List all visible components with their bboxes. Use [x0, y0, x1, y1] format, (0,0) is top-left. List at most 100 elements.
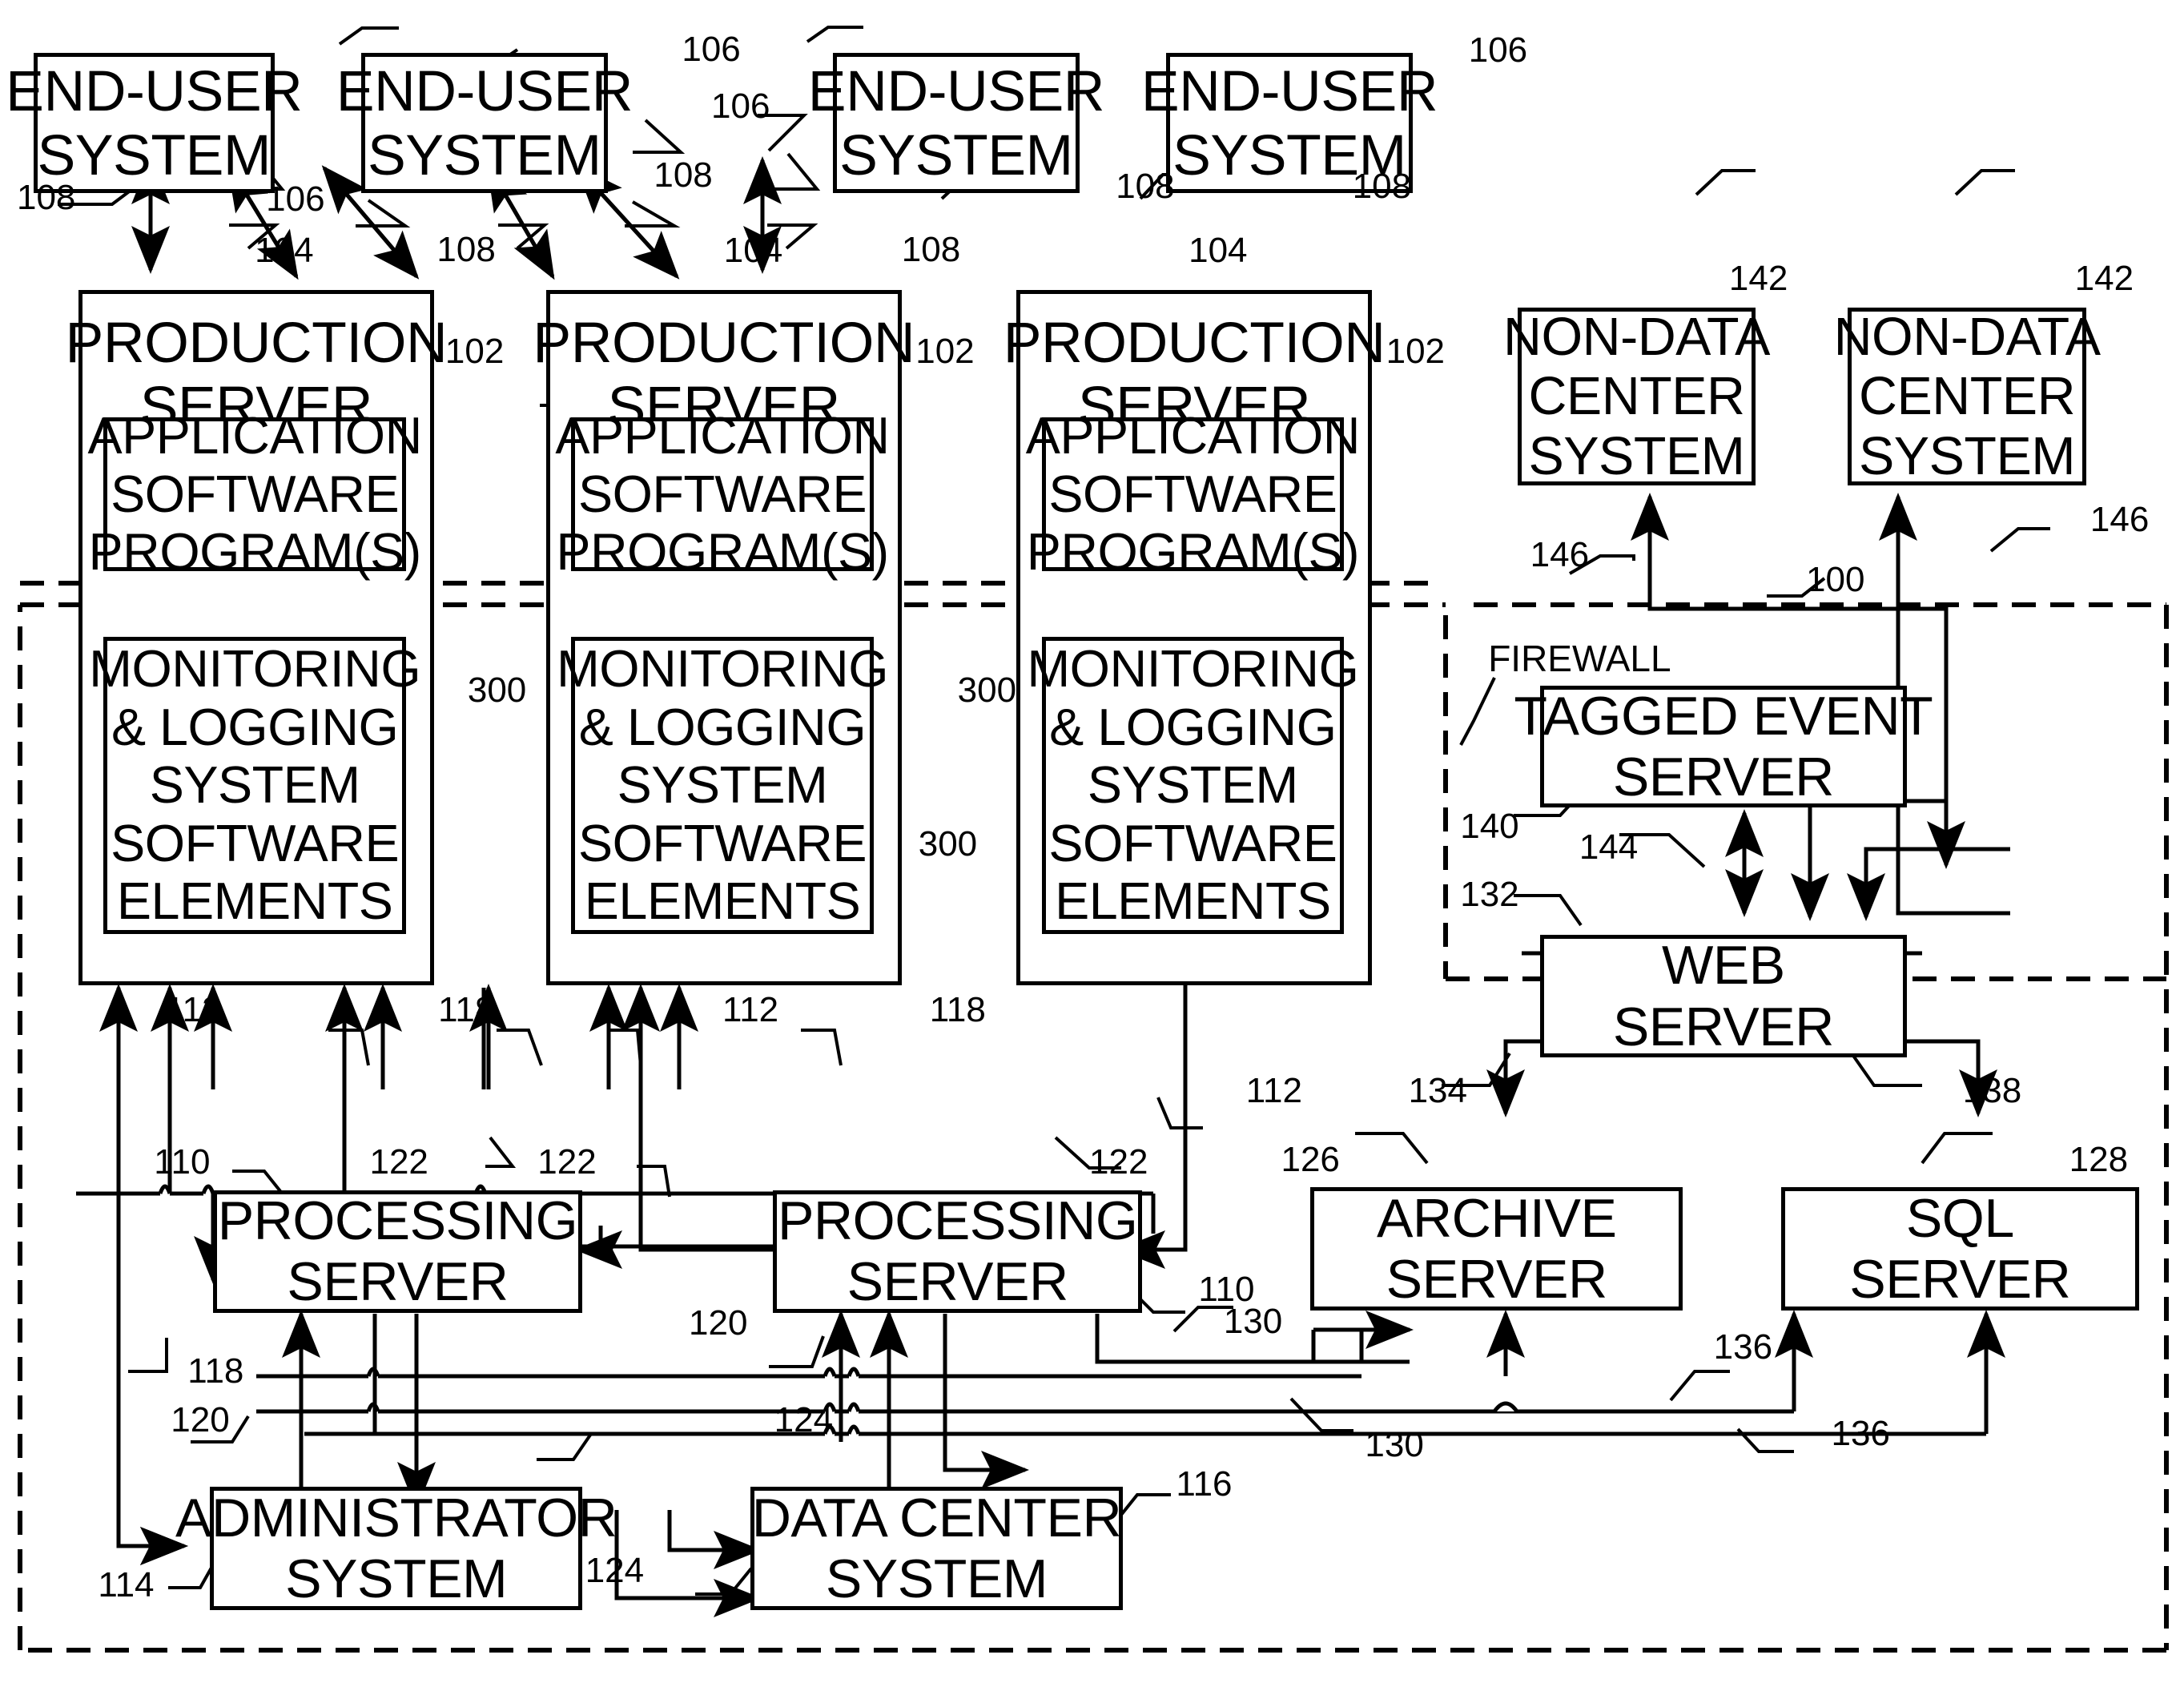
box-line: SERVER [1386, 1248, 1608, 1310]
box-line: NON-DATA [1833, 307, 2101, 367]
ref-146-b: 146 [2089, 499, 2150, 539]
box-line: SOFTWARE [1048, 464, 1337, 523]
processing-server-1[interactable]: PROCESSING SERVER [212, 1190, 583, 1314]
end-user-system-2[interactable]: END-USER SYSTEM [336, 53, 633, 194]
ref-134: 134 [1408, 1071, 1467, 1110]
ref-104-b: 104 [723, 231, 783, 271]
end-user-system-3[interactable]: END-USER SYSTEM [808, 53, 1105, 194]
ref-122-a: 122 [369, 1142, 428, 1182]
tagged-event-server[interactable]: TAGGED EVENT SERVER [1514, 686, 1933, 808]
ref-108-b: 108 [436, 229, 496, 269]
box-line: PROCESSING [777, 1190, 1138, 1252]
box-line: PROGRAM(S) [556, 522, 889, 582]
ref-126: 126 [1281, 1139, 1340, 1179]
box-line: END-USER [807, 58, 1105, 123]
box-line: SQL [1905, 1187, 2014, 1249]
box-line: PRODUCTION [65, 310, 448, 375]
box-line: SYSTEM [825, 1548, 1048, 1609]
box-line: PRODUCTION [1003, 310, 1386, 375]
box-line: SYSTEM [839, 123, 1073, 187]
box-line: SYSTEM [1528, 426, 1745, 486]
ref-102-b: 102 [915, 332, 975, 372]
box-line: SERVER [1849, 1248, 2071, 1310]
data-center-system[interactable]: DATA CENTER SYSTEM [750, 1487, 1123, 1610]
box-line: SERVER [1612, 996, 1835, 1057]
box-line: ELEMENTS [1055, 872, 1331, 931]
ref-108-d: 108 [901, 229, 961, 269]
box-line: & LOGGING [1049, 697, 1337, 756]
ref-136-b: 136 [1831, 1414, 1890, 1454]
box-line: DATA CENTER [751, 1487, 1122, 1548]
firewall-label: FIREWALL [1488, 638, 1671, 680]
ref-106-c: 106 [711, 87, 770, 127]
ref-120-a: 120 [171, 1399, 230, 1439]
box-line: CENTER [1859, 367, 2076, 427]
box-line: & LOGGING [111, 697, 399, 756]
box-line: MONITORING [89, 639, 421, 699]
box-line: ADMINISTRATOR [175, 1487, 617, 1548]
sql-server[interactable]: SQL SERVER [1780, 1187, 2140, 1311]
processing-server-2[interactable]: PROCESSING SERVER [772, 1190, 1143, 1314]
box-line: & LOGGING [578, 697, 867, 756]
ref-108-e: 108 [1116, 166, 1175, 206]
monitoring-logging-2[interactable]: MONITORING & LOGGING SYSTEM SOFTWARE ELE… [557, 637, 889, 934]
patent-figure: END-USER SYSTEM END-USER SYSTEM END-USER… [0, 0, 2184, 1687]
box-line: APPLICATION [87, 406, 423, 465]
box-line: END-USER [6, 58, 303, 123]
box-line: SERVER [287, 1251, 509, 1313]
box-line: MONITORING [1027, 639, 1359, 699]
box-line: APPLICATION [555, 406, 890, 465]
ref-106-a: 106 [266, 179, 325, 219]
ref-122-b: 122 [537, 1142, 597, 1182]
web-server[interactable]: WEB SERVER [1539, 935, 1907, 1057]
ref-108-c: 108 [654, 155, 713, 195]
ref-300-b: 300 [957, 670, 1017, 711]
non-data-center-system-1[interactable]: NON-DATA CENTER SYSTEM [1503, 308, 1770, 486]
box-line: PROCESSING [217, 1190, 578, 1252]
box-line: PROGRAM(S) [1026, 522, 1360, 582]
end-user-system-1[interactable]: END-USER SYSTEM [6, 53, 303, 194]
monitoring-logging-1[interactable]: MONITORING & LOGGING SYSTEM SOFTWARE ELE… [89, 637, 421, 934]
ref-102-c: 102 [1386, 332, 1446, 372]
ref-112-a: 112 [165, 989, 222, 1029]
administrator-system[interactable]: ADMINISTRATOR SYSTEM [175, 1487, 617, 1610]
box-line: SOFTWARE [578, 464, 867, 523]
ref-114: 114 [98, 1564, 155, 1604]
box-line: NON-DATA [1503, 307, 1770, 367]
ref-102-a: 102 [444, 332, 505, 372]
ref-106-b: 106 [682, 29, 741, 69]
box-line: WEB [1661, 935, 1785, 996]
ref-124-a: 124 [774, 1399, 834, 1439]
box-line: SOFTWARE [578, 813, 867, 872]
ref-104-a: 104 [255, 231, 314, 271]
ref-112-c: 112 [1245, 1071, 1302, 1110]
archive-server[interactable]: ARCHIVE SERVER [1310, 1187, 1683, 1311]
ref-118-a: 118 [438, 989, 495, 1029]
ref-110-a: 110 [154, 1142, 211, 1182]
ref-104-c: 104 [1189, 231, 1248, 271]
box-line: SYSTEM [285, 1548, 508, 1609]
box-line: SOFTWARE [1048, 813, 1337, 872]
box-line: SERVER [1612, 747, 1835, 808]
ref-128: 128 [2069, 1139, 2129, 1179]
ref-118-b: 118 [929, 989, 986, 1029]
box-line: SYSTEM [1859, 426, 2076, 486]
application-software-2[interactable]: APPLICATION SOFTWARE PROGRAM(S) [555, 406, 890, 581]
box-line: END-USER [1140, 58, 1438, 123]
box-line: SERVER [847, 1251, 1069, 1313]
box-line: SOFTWARE [111, 813, 400, 872]
ref-100: 100 [1806, 560, 1865, 600]
box-line: ELEMENTS [584, 872, 861, 931]
monitoring-logging-3[interactable]: MONITORING & LOGGING SYSTEM SOFTWARE ELE… [1027, 637, 1359, 934]
box-line: SYSTEM [368, 123, 601, 187]
ref-142-b: 142 [2074, 259, 2134, 299]
application-software-1[interactable]: APPLICATION SOFTWARE PROGRAM(S) [88, 406, 423, 581]
ref-138: 138 [1962, 1071, 2022, 1110]
box-line: ARCHIVE [1376, 1187, 1617, 1249]
box-line: SOFTWARE [111, 464, 400, 523]
non-data-center-system-2[interactable]: NON-DATA CENTER SYSTEM [1834, 308, 2101, 486]
ref-122-c: 122 [1089, 1142, 1148, 1182]
ref-300-a: 300 [467, 670, 527, 711]
ref-142-a: 142 [1728, 259, 1788, 299]
application-software-3[interactable]: APPLICATION SOFTWARE PROGRAM(S) [1026, 406, 1361, 581]
